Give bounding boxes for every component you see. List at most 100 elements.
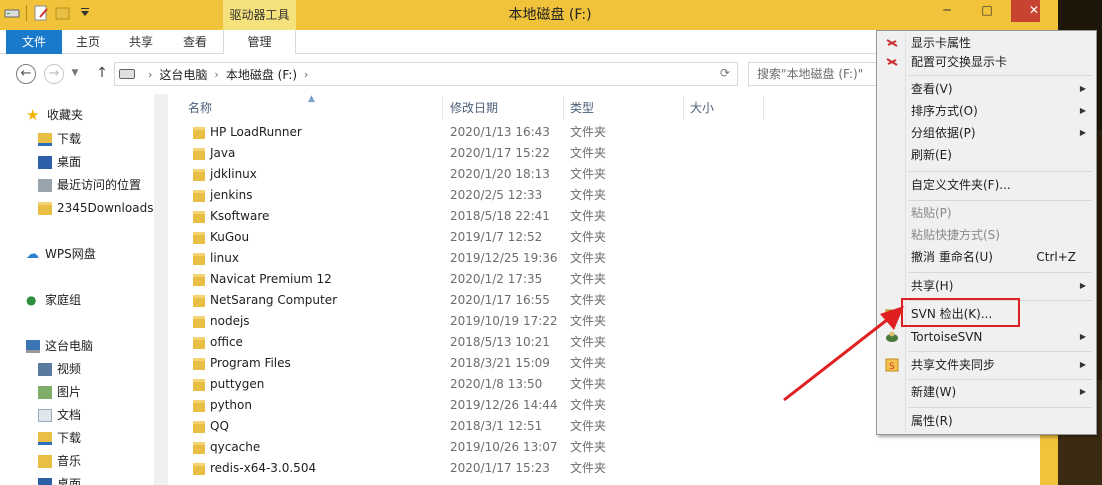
nav-favorites[interactable]: ★ 收藏夹 (26, 104, 83, 126)
nav-item-music[interactable]: 音乐 (38, 450, 81, 472)
nav-item-recent[interactable]: 最近访问的位置 (38, 174, 141, 196)
table-row[interactable]: Java 2020/1/17 15:22 文件夹 (168, 143, 868, 164)
menu-separator (909, 75, 1092, 76)
table-row[interactable]: puttygen 2020/1/8 13:50 文件夹 (168, 374, 868, 395)
nav-homegroup[interactable]: ● 家庭组 (26, 289, 81, 311)
menu-item-paste-shortcut[interactable]: 粘贴快捷方式(S) (879, 224, 1094, 246)
nav-label: 视频 (57, 362, 82, 376)
tab-view[interactable]: 查看 (170, 30, 220, 54)
table-row[interactable]: python 2019/12/26 14:44 文件夹 (168, 395, 868, 416)
cell-date: 2020/1/17 15:22 (450, 146, 550, 160)
music-folder-icon (38, 454, 52, 468)
address-bar[interactable]: › 这台电脑 › 本地磁盘 (F:) › (114, 62, 738, 86)
breadcrumb-this-pc[interactable]: 这台电脑 (159, 66, 207, 83)
folder-icon (193, 463, 205, 475)
table-row[interactable]: HP LoadRunner 2020/1/13 16:43 文件夹 (168, 122, 868, 143)
new-folder-icon[interactable] (55, 5, 71, 21)
menu-item-share[interactable]: 共享(H) ▶ (879, 275, 1094, 297)
nav-item-pc-downloads[interactable]: 下载 (38, 427, 81, 449)
cell-name: puttygen (210, 377, 265, 391)
cell-type: 文件夹 (570, 335, 607, 349)
menu-shortcut: Ctrl+Z (1036, 250, 1076, 264)
forward-button[interactable]: → (44, 64, 64, 84)
tab-file[interactable]: 文件 (6, 30, 62, 54)
menu-item-paste[interactable]: 粘贴(P) (879, 202, 1094, 224)
menu-label: 共享文件夹同步 (911, 358, 996, 372)
column-header-name[interactable]: 名称 (182, 96, 442, 120)
refresh-button[interactable]: ⟳ (720, 66, 730, 80)
cell-date: 2020/1/2 17:35 (450, 272, 543, 286)
table-row[interactable]: jdklinux 2020/1/20 18:13 文件夹 (168, 164, 868, 185)
menu-item-undo-rename[interactable]: 撤消 重命名(U) Ctrl+Z (879, 246, 1094, 268)
cell-type: 文件夹 (570, 272, 607, 286)
table-row[interactable]: Ksoftware 2018/5/18 22:41 文件夹 (168, 206, 868, 227)
table-row[interactable]: qycache 2019/10/26 13:07 文件夹 (168, 437, 868, 458)
chevron-right-icon[interactable]: › (148, 68, 152, 81)
table-row[interactable]: QQ 2018/3/1 12:51 文件夹 (168, 416, 868, 437)
column-divider[interactable] (763, 96, 764, 120)
table-row[interactable]: Navicat Premium 12 2020/1/2 17:35 文件夹 (168, 269, 868, 290)
navigation-pane-scrollbar[interactable] (154, 94, 168, 485)
nav-item-2345downloads[interactable]: 2345Downloads (38, 197, 153, 219)
recent-locations-button[interactable]: ▼ (68, 64, 82, 84)
arrow-up-icon: ↑ (96, 65, 108, 81)
nav-item-downloads[interactable]: 下载 (38, 128, 81, 150)
nav-item-desktop[interactable]: 桌面 (38, 151, 81, 173)
menu-item-refresh[interactable]: 刷新(E) (879, 144, 1094, 166)
menu-label: 查看(V) (911, 82, 953, 96)
menu-item-switchable-graphics[interactable]: 配置可交换显示卡 (879, 51, 1094, 73)
properties-icon[interactable] (33, 5, 49, 21)
menu-item-new[interactable]: 新建(W) ▶ (879, 381, 1094, 403)
column-divider[interactable] (442, 96, 443, 120)
table-row[interactable]: office 2018/5/13 10:21 文件夹 (168, 332, 868, 353)
back-button[interactable]: ← (16, 64, 36, 84)
menu-item-share-folder-sync[interactable]: S 共享文件夹同步 ▶ (879, 354, 1094, 376)
customize-toolbar-icon[interactable] (77, 5, 93, 21)
chevron-right-icon[interactable]: › (304, 68, 308, 81)
maximize-button[interactable]: □ (964, 0, 1010, 22)
cell-date: 2019/10/26 13:07 (450, 440, 558, 454)
tab-share[interactable]: 共享 (116, 30, 166, 54)
star-icon: ★ (26, 105, 40, 124)
tab-manage[interactable]: 管理 (223, 30, 296, 54)
column-header-size[interactable]: 大小 (684, 96, 764, 120)
menu-item-group[interactable]: 分组依据(P) ▶ (879, 122, 1094, 144)
table-row[interactable]: linux 2019/12/25 19:36 文件夹 (168, 248, 868, 269)
table-row[interactable]: nodejs 2019/10/19 17:22 文件夹 (168, 311, 868, 332)
minimize-button[interactable]: ─ (930, 0, 964, 22)
cell-name: Java (210, 146, 236, 160)
nav-item-videos[interactable]: 视频 (38, 358, 81, 380)
cloud-icon: ☁ (26, 246, 39, 262)
menu-separator (909, 272, 1092, 273)
up-button[interactable]: ↑ (92, 64, 112, 84)
menu-item-view[interactable]: 查看(V) ▶ (879, 78, 1094, 100)
nav-item-pictures[interactable]: 图片 (38, 381, 81, 403)
menu-item-customize-folder[interactable]: 自定义文件夹(F)... (879, 174, 1094, 196)
column-header-type[interactable]: 类型 (564, 96, 684, 120)
chevron-right-icon[interactable]: › (214, 68, 218, 81)
tab-home[interactable]: 主页 (64, 30, 112, 54)
breadcrumb-drive-f[interactable]: 本地磁盘 (F:) (226, 66, 297, 83)
nav-item-pc-desktop[interactable]: 桌面 (38, 473, 81, 485)
table-row[interactable]: KuGou 2019/1/7 12:52 文件夹 (168, 227, 868, 248)
table-row[interactable]: Program Files 2018/3/21 15:09 文件夹 (168, 353, 868, 374)
menu-item-properties[interactable]: 属性(R) (879, 410, 1094, 432)
cell-type: 文件夹 (570, 251, 607, 265)
table-row[interactable]: jenkins 2020/2/5 12:33 文件夹 (168, 185, 868, 206)
table-row[interactable]: NetSarang Computer 2020/1/17 16:55 文件夹 (168, 290, 868, 311)
cell-name: Navicat Premium 12 (210, 272, 332, 286)
nav-label: 文档 (57, 408, 82, 422)
menu-item-tortoisesvn[interactable]: TortoiseSVN ▶ (879, 326, 1094, 348)
documents-folder-icon (38, 408, 52, 422)
nav-item-documents[interactable]: 文档 (38, 404, 81, 426)
drive-icon[interactable] (4, 5, 20, 21)
cell-type: 文件夹 (570, 461, 607, 475)
menu-item-sort[interactable]: 排序方式(O) ▶ (879, 100, 1094, 122)
search-input[interactable]: 搜索"本地磁盘 (F:)" (748, 62, 878, 86)
folder-icon (193, 358, 205, 370)
nav-wps-cloud[interactable]: ☁ WPS网盘 (26, 243, 96, 265)
cell-date: 2020/1/20 18:13 (450, 167, 550, 181)
table-row[interactable]: redis-x64-3.0.504 2020/1/17 15:23 文件夹 (168, 458, 868, 479)
nav-this-pc[interactable]: 这台电脑 (26, 335, 93, 357)
column-header-date[interactable]: 修改日期 (444, 96, 564, 120)
